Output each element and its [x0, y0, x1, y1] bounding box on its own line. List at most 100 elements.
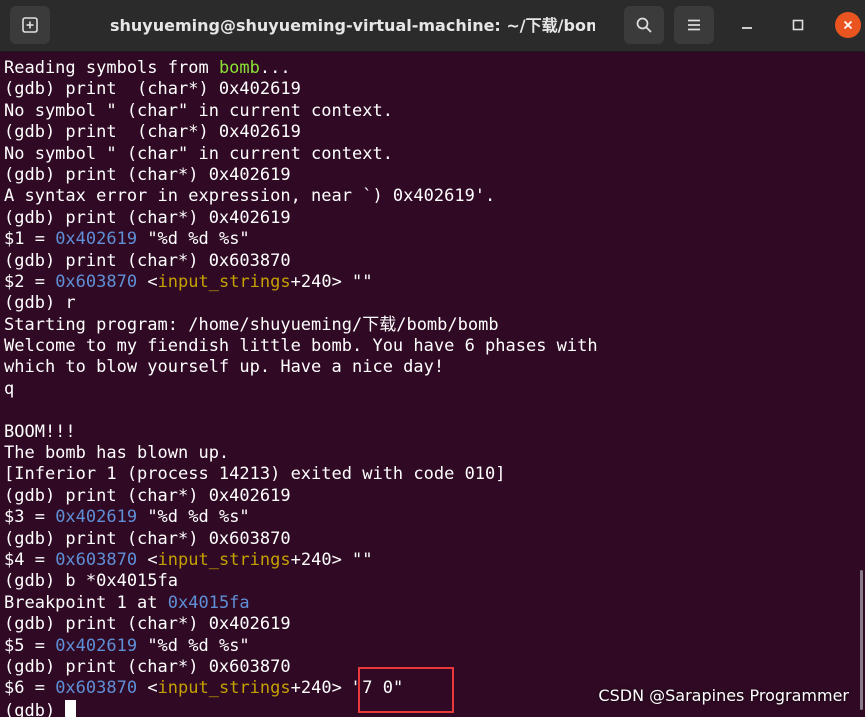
terminal-line: (gdb) print (char*) 0x603870	[4, 529, 598, 550]
terminal-text-segment: $2 =	[4, 271, 56, 292]
terminal-text-segment: $1 =	[4, 229, 56, 250]
terminal-text-segment: (gdb) r	[4, 293, 76, 314]
terminal-text-segment: (gdb) print (char*) 0x402619	[4, 614, 291, 635]
terminal-text-segment: Breakpoint 1 at	[4, 592, 168, 613]
terminal-output-area[interactable]: Reading symbols from bomb... (gdb) print …	[0, 53, 865, 717]
window-title: shuyueming@shuyueming-virtual-machine: ~…	[110, 16, 595, 35]
terminal-text-segment: $6 =	[4, 678, 56, 699]
terminal-text-segment: BOOM!!!	[4, 421, 76, 442]
terminal-line: Welcome to my fiendish little bomb. You …	[4, 336, 598, 357]
terminal-cursor	[65, 699, 77, 717]
terminal-line: (gdb) r	[4, 293, 598, 314]
terminal-text-segment: Reading symbols from	[4, 58, 219, 78]
terminal-line: A syntax error in expression, near `) 0x…	[4, 186, 598, 207]
terminal-line: $2 = 0x603870 <input_strings+240> ""	[4, 272, 598, 293]
terminal-text-segment: (gdb) print (char*) 0x402619	[4, 79, 301, 100]
search-icon	[636, 17, 652, 33]
terminal-line: (gdb) print (char*) 0x402619	[4, 165, 598, 186]
terminal-line: The bomb has blown up.	[4, 443, 598, 464]
terminal-text-segment: (gdb) print (char*) 0x603870	[4, 528, 291, 549]
menu-button[interactable]	[674, 6, 714, 44]
terminal-line: $3 = 0x402619 "%d %d %s"	[4, 507, 598, 528]
terminal-line: (gdb)	[4, 699, 598, 717]
window-titlebar: shuyueming@shuyueming-virtual-machine: ~…	[0, 0, 865, 52]
search-button[interactable]	[624, 6, 664, 44]
terminal-text-segment: $3 =	[4, 507, 56, 528]
terminal-text-segment: q	[4, 378, 15, 399]
minimize-button[interactable]	[734, 12, 760, 38]
terminal-line: BOOM!!!	[4, 422, 598, 443]
terminal-text-segment: [Inferior 1 (process 14213) exited with …	[4, 464, 506, 485]
terminal-line: Reading symbols from bomb...	[4, 58, 598, 79]
terminal-text-segment: The bomb has blown up.	[4, 443, 230, 464]
terminal-line: which to blow yourself up. Have a nice d…	[4, 357, 598, 378]
terminal-text-segment: (gdb) print (char*) 0x603870	[4, 656, 291, 677]
terminal-text-segment: input_strings	[157, 678, 291, 699]
close-button[interactable]	[835, 12, 861, 38]
terminal-line: (gdb) print (char*) 0x402619	[4, 614, 598, 635]
terminal-line: (gdb) print (char*) 0x603870	[4, 251, 598, 272]
terminal-text-segment: +240> ""	[290, 549, 373, 570]
terminal-text-segment: (gdb) b *0x4015fa	[4, 571, 178, 592]
terminal-line: Starting program: /home/shuyueming/下载/bo…	[4, 315, 598, 336]
terminal-text-segment: <	[137, 549, 158, 570]
hamburger-menu-icon	[688, 19, 700, 31]
terminal-text-segment: "%d %d %s"	[137, 635, 250, 656]
terminal-text-segment: A syntax error in expression, near `) 0x…	[4, 186, 496, 207]
watermark: CSDN @Sarapines Programmer	[598, 686, 849, 705]
terminal-text: Reading symbols from bomb... (gdb) print …	[4, 58, 598, 717]
maximize-button[interactable]	[785, 12, 811, 38]
terminal-line: (gdb) print (char*) 0x402619	[4, 208, 598, 229]
maximize-icon	[792, 19, 804, 31]
terminal-text-segment: (gdb) print (char*) 0x402619	[4, 207, 291, 228]
terminal-line: No symbol " (char" in current context.	[4, 101, 598, 122]
terminal-text-segment: $5 =	[4, 635, 56, 656]
close-icon	[843, 20, 853, 30]
terminal-line: (gdb) print (char*) 0x402619	[4, 122, 598, 143]
terminal-line: (gdb) print (char*) 0x603870	[4, 657, 598, 678]
terminal-line: q	[4, 379, 598, 400]
terminal-scrollbar[interactable]	[860, 570, 863, 710]
terminal-text-segment: No symbol " (char" in current context.	[4, 100, 393, 121]
terminal-text-segment: "%d %d %s"	[137, 229, 250, 250]
terminal-line: $4 = 0x603870 <input_strings+240> ""	[4, 550, 598, 571]
terminal-line: (gdb) print (char*) 0x402619	[4, 79, 598, 100]
terminal-text-segment: $4 =	[4, 549, 56, 570]
terminal-text-segment: Welcome to my fiendish little bomb. You …	[4, 336, 598, 357]
terminal-text-segment: ...	[259, 58, 291, 78]
terminal-line: No symbol " (char" in current context.	[4, 144, 598, 165]
terminal-text-segment: (gdb) print (char*) 0x402619	[4, 164, 291, 185]
terminal-text-segment: input_strings	[157, 271, 291, 292]
terminal-text-segment: 0x603870	[55, 549, 138, 570]
terminal-text-segment: 0x4015fa	[167, 592, 250, 613]
terminal-text-segment: "%d %d %s"	[137, 507, 250, 528]
terminal-text-segment: bomb	[218, 58, 260, 78]
terminal-text-segment: (gdb) print (char*) 0x402619	[4, 122, 301, 143]
new-tab-button[interactable]	[10, 6, 50, 44]
terminal-text-segment: <	[137, 271, 158, 292]
terminal-text-segment: (gdb)	[4, 700, 66, 717]
terminal-line: Breakpoint 1 at 0x4015fa	[4, 593, 598, 614]
terminal-text-segment: 0x603870	[55, 271, 138, 292]
terminal-text-segment: (gdb) print (char*) 0x603870	[4, 250, 291, 271]
terminal-text-segment: No symbol " (char" in current context.	[4, 143, 393, 164]
terminal-line: [Inferior 1 (process 14213) exited with …	[4, 464, 598, 485]
terminal-line: $1 = 0x402619 "%d %d %s"	[4, 229, 598, 250]
terminal-text-segment: which to blow yourself up. Have a nice d…	[4, 357, 445, 378]
terminal-text-segment: 0x603870	[55, 678, 138, 699]
annotation-highlight-box	[358, 667, 454, 713]
terminal-line: $6 = 0x603870 <input_strings+240> "7 0"	[4, 678, 598, 699]
terminal-line: $5 = 0x402619 "%d %d %s"	[4, 636, 598, 657]
new-tab-icon	[22, 17, 38, 33]
terminal-text-segment: input_strings	[157, 549, 291, 570]
terminal-text-segment: +240> ""	[290, 271, 373, 292]
terminal-text-segment: <	[137, 678, 158, 699]
terminal-text-segment: Starting program: /home/shuyueming/下载/bo…	[4, 314, 499, 335]
terminal-line: (gdb) print (char*) 0x402619	[4, 486, 598, 507]
terminal-text-segment: 0x402619	[55, 229, 138, 250]
terminal-line: (gdb) b *0x4015fa	[4, 571, 598, 592]
terminal-text-segment: 0x402619	[55, 507, 138, 528]
terminal-text-segment: 0x402619	[55, 635, 138, 656]
terminal-text-segment: (gdb) print (char*) 0x402619	[4, 485, 291, 506]
